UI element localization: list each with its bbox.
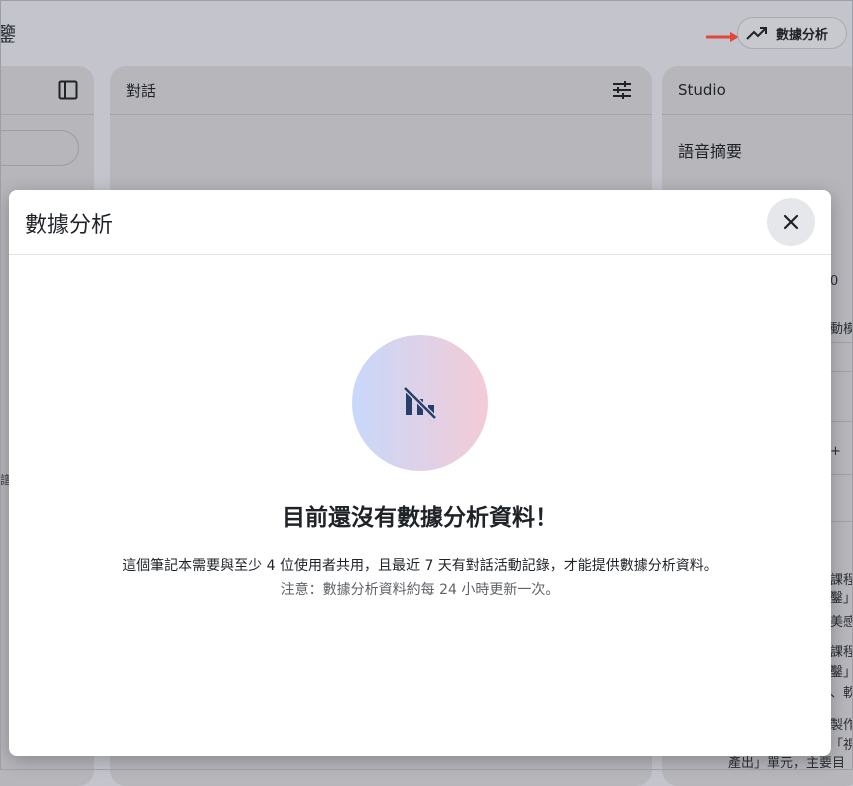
dialog-header: 數據分析 [9,190,831,255]
studio-fragment: 鑿」 [830,591,853,606]
source-search-field[interactable] [0,130,79,166]
empty-state-note: 注意：數據分析資料約每 24 小時更新一次。 [280,582,560,598]
divider [830,421,853,422]
app-bar: 鑒 數據分析 [0,0,853,64]
analytics-dialog: 數據分析 目前還沒有數據分析資料！ 這個筆記本需要與至少 4 位使用者共用，且最… [9,190,831,756]
studio-fragment: 、軟 [830,686,853,701]
studio-fragment: 課程 [830,645,853,660]
studio-fragment: 「視 [830,738,853,753]
divider [830,474,853,475]
divider [830,342,853,343]
chat-panel-header: 對話 [110,66,652,115]
red-arrow-annotation [706,32,739,42]
studio-fragment: 動模 [830,322,853,337]
studio-fragment: + [830,444,841,459]
divider [830,521,853,522]
studio-fragment: 鑿」 [830,665,853,680]
studio-panel-header: Studio [662,66,853,115]
tune-icon[interactable] [612,80,632,100]
empty-state-description: 這個筆記本需要與至少 4 位使用者共用，且最近 7 天有對話活動記錄，才能提供數… [122,558,718,574]
dialog-title: 數據分析 [25,213,114,238]
audio-overview-title: 語音摘要 [678,142,743,161]
studio-fragment: 課程 [830,573,853,588]
close-icon [783,214,799,230]
studio-fragment: 製作 [830,718,853,733]
sources-panel-header [0,66,94,115]
empty-state-illustration [352,335,488,471]
chart-off-icon [403,386,437,420]
panel-icon[interactable] [58,80,78,100]
chat-panel-title: 對話 [126,81,157,100]
divider [830,371,853,372]
analytics-button-label: 數據分析 [776,27,829,43]
close-button[interactable] [767,198,815,246]
analytics-button[interactable]: 數據分析 [737,17,847,49]
studio-fragment: 0 [830,274,839,289]
empty-state-title: 目前還沒有數據分析資料！ [282,505,558,531]
trending-up-icon [746,27,767,40]
notebook-title: 鑒 [0,22,16,46]
studio-fragment: 美感 [830,615,853,630]
studio-panel-title: Studio [678,81,726,99]
